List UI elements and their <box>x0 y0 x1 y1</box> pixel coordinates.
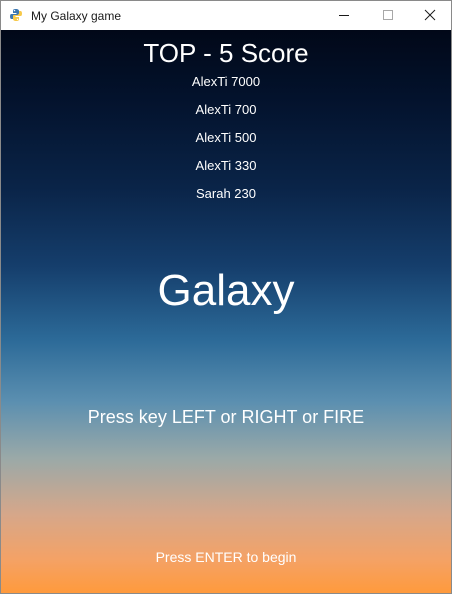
minimize-button[interactable] <box>321 1 367 30</box>
python-icon <box>9 8 23 22</box>
score-entry: AlexTi 700 <box>195 102 257 117</box>
score-entry: AlexTi 500 <box>195 130 257 145</box>
score-entry: AlexTi 7000 <box>191 74 261 89</box>
minimize-icon <box>339 15 349 16</box>
scores-title: TOP - 5 Score <box>143 38 309 68</box>
score-list: AlexTi 7000 AlexTi 700 AlexTi 500 AlexTi… <box>1 73 451 213</box>
controls-hint: Press key LEFT or RIGHT or FIRE <box>87 407 365 427</box>
maximize-button[interactable] <box>365 1 411 30</box>
close-button[interactable] <box>407 1 451 30</box>
maximize-icon <box>383 10 393 20</box>
score-entry: Sarah 230 <box>196 186 256 201</box>
window-title: My Galaxy game <box>31 9 122 23</box>
close-icon <box>424 9 436 21</box>
title-bar[interactable]: My Galaxy game <box>1 1 451 30</box>
start-hint: Press ENTER to begin <box>155 549 297 565</box>
game-canvas[interactable]: TOP - 5 Score AlexTi 7000 AlexTi 700 Ale… <box>1 30 451 593</box>
score-entry: AlexTi 330 <box>195 158 257 173</box>
game-title: Galaxy <box>157 266 295 315</box>
game-window: My Galaxy game TOP - 5 Score AlexTi 7000… <box>0 0 452 594</box>
